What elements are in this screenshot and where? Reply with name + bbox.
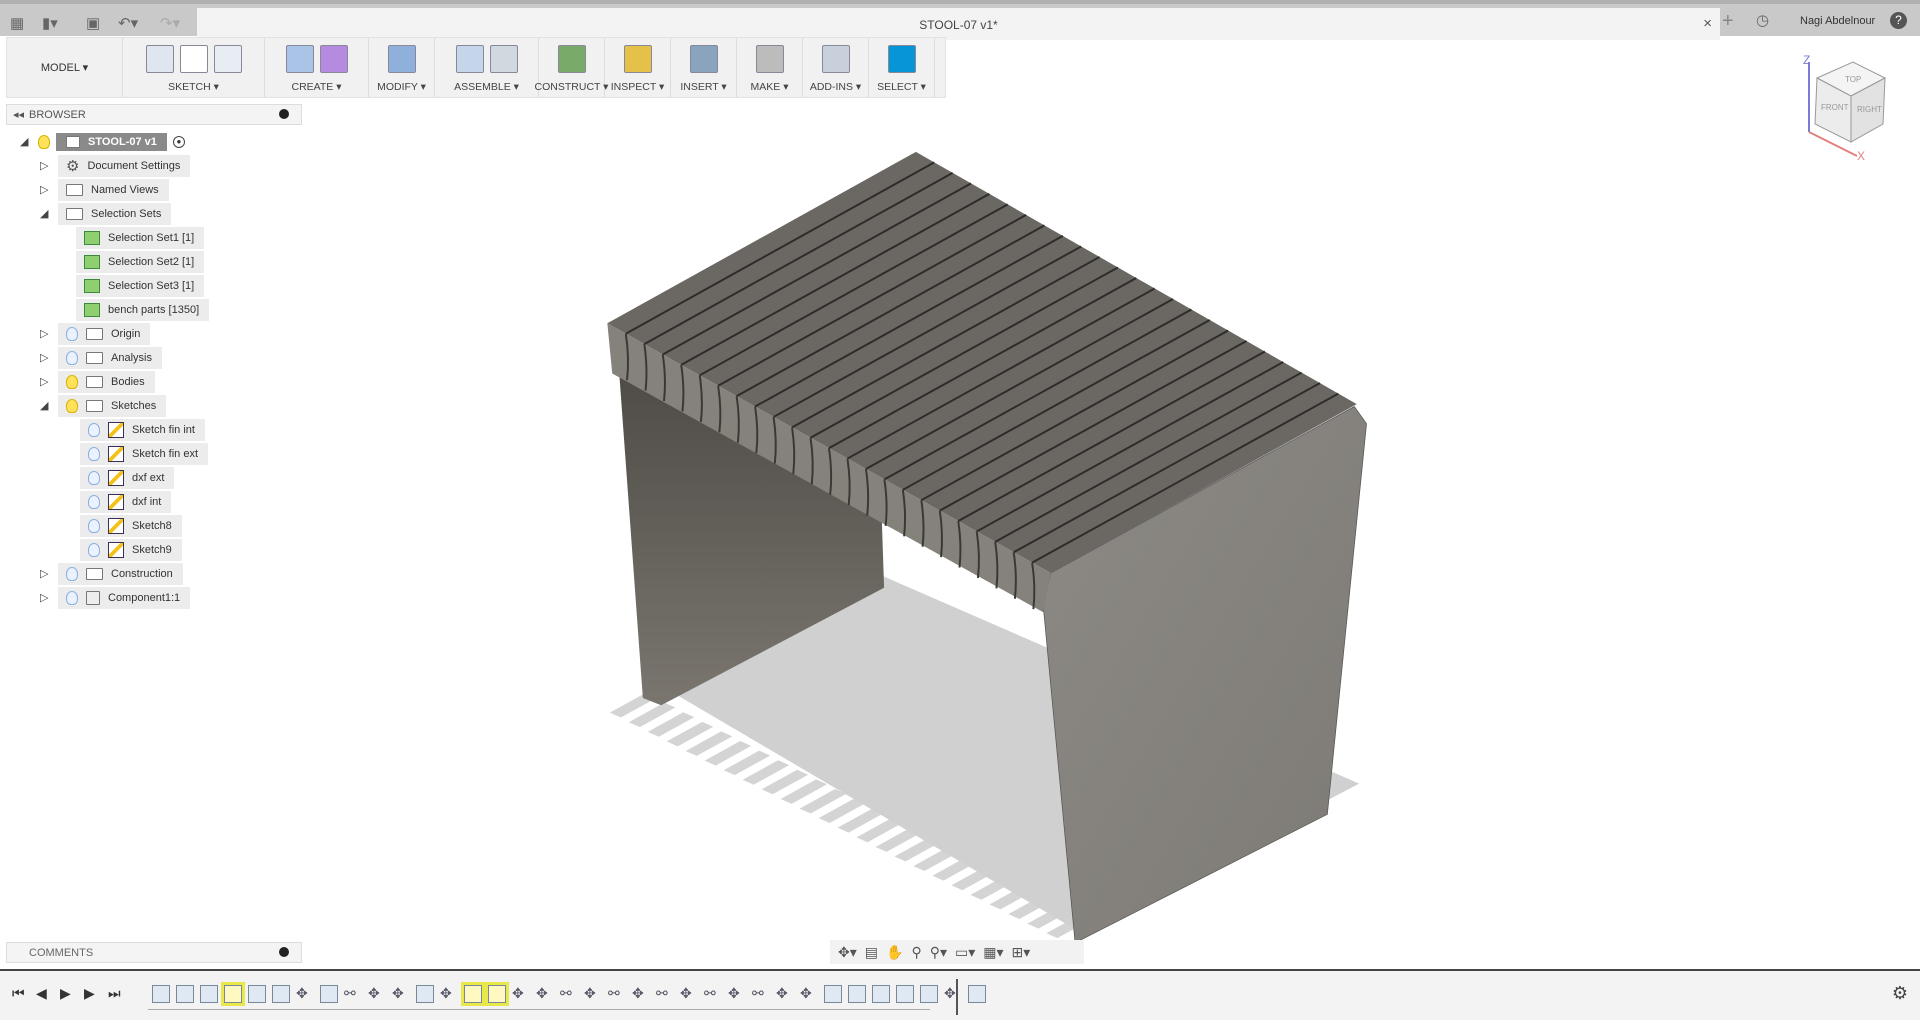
timeline-feature-move-icon[interactable]: ✥	[944, 985, 962, 1003]
timeline-feature-move-icon[interactable]: ✥	[368, 985, 386, 1003]
timeline-feature-move-icon[interactable]: ✥	[512, 985, 530, 1003]
timeline-feature-sketch-icon[interactable]	[485, 982, 509, 1006]
timeline-feature-extrude-icon[interactable]	[248, 985, 266, 1003]
step-back-icon[interactable]: ◀	[36, 985, 47, 1002]
comments-title: COMMENTS	[29, 947, 94, 959]
cube-right[interactable]: RIGHT	[1857, 105, 1882, 114]
timeline-feature-move-icon[interactable]: ✥	[440, 985, 458, 1003]
axis-x-label: X	[1857, 149, 1865, 162]
play-icon[interactable]: ▶	[60, 985, 71, 1002]
timeline-feature-body-icon[interactable]	[968, 985, 986, 1003]
grid-icon[interactable]: ▦▾	[983, 944, 1003, 961]
timeline-feature-move-icon[interactable]: ✥	[728, 985, 746, 1003]
timeline-settings-icon[interactable]: ⚙	[1892, 983, 1908, 1004]
timeline-feature-move-icon[interactable]: ✥	[680, 985, 698, 1003]
go-to-start-icon[interactable]: ⏮	[12, 985, 25, 1002]
timeline-feature-joint-icon[interactable]: ⚯	[344, 985, 362, 1003]
timeline: ⏮ ◀ ▶ ▶ ⏭ ✥ ⚯ ✥ ✥ ✥ ✥ ✥ ⚯ ✥ ⚯ ✥ ⚯ ✥ ⚯ ✥ ⚯ ✥ ✥ ✥ ⚙	[0, 969, 1920, 1020]
timeline-feature-extrude-icon[interactable]	[176, 985, 194, 1003]
view-cube[interactable]: TOP FRONT RIGHT Z X	[1795, 52, 1905, 163]
timeline-feature-joint-icon[interactable]: ⚯	[656, 985, 674, 1003]
timeline-feature-move-icon[interactable]: ✥	[776, 985, 794, 1003]
timeline-feature-move-icon[interactable]: ✥	[536, 985, 554, 1003]
display-settings-icon[interactable]: ▭▾	[955, 944, 975, 961]
step-forward-icon[interactable]: ▶	[84, 985, 95, 1002]
timeline-feature-joint-icon[interactable]: ⚯	[752, 985, 770, 1003]
timeline-track	[148, 1009, 930, 1010]
timeline-marker[interactable]	[956, 979, 958, 1015]
go-to-end-icon[interactable]: ⏭	[108, 985, 121, 1002]
timeline-feature-pattern-icon[interactable]	[416, 985, 434, 1003]
timeline-feature-extrude-icon[interactable]	[896, 985, 914, 1003]
timeline-feature-move-icon[interactable]: ✥	[584, 985, 602, 1003]
axis-z-label: Z	[1803, 53, 1810, 67]
timeline-feature-extrude-icon[interactable]	[920, 985, 938, 1003]
comments-panel: COMMENTS	[6, 942, 302, 963]
timeline-feature-fillet-icon[interactable]	[200, 985, 218, 1003]
cube-front[interactable]: FRONT	[1821, 103, 1849, 112]
zoom-icon[interactable]: ⚲	[911, 944, 921, 961]
orbit-icon[interactable]: ✥▾	[838, 944, 857, 961]
timeline-feature-move-icon[interactable]: ✥	[800, 985, 818, 1003]
timeline-feature-split-icon[interactable]	[320, 985, 338, 1003]
pan-icon[interactable]: ✋	[886, 944, 903, 961]
timeline-feature-move-icon[interactable]: ✥	[296, 985, 314, 1003]
viewports-icon[interactable]: ⊞▾	[1012, 944, 1031, 961]
add-comment-icon[interactable]	[279, 947, 289, 957]
timeline-feature-move-icon[interactable]: ✥	[632, 985, 650, 1003]
timeline-feature-sketch-icon[interactable]	[872, 985, 890, 1003]
timeline-feature-joint-icon[interactable]: ⚯	[608, 985, 626, 1003]
timeline-feature-joint-icon[interactable]: ⚯	[704, 985, 722, 1003]
timeline-feature-sketch-icon[interactable]	[221, 982, 245, 1006]
fit-icon[interactable]: ⚲▾	[930, 944, 947, 961]
navigation-bar: ✥▾ ▤ ✋ ⚲ ⚲▾ ▭▾ ▦▾ ⊞▾	[830, 940, 1084, 964]
timeline-feature-box-icon[interactable]	[848, 985, 866, 1003]
timeline-feature-fillet-icon[interactable]	[272, 985, 290, 1003]
timeline-feature-sketch-icon[interactable]	[824, 985, 842, 1003]
timeline-feature-sketch-icon[interactable]	[461, 982, 485, 1006]
viewport-canvas[interactable]	[0, 0, 1920, 1020]
timeline-feature-move-icon[interactable]: ✥	[392, 985, 410, 1003]
look-at-icon[interactable]: ▤	[865, 944, 878, 961]
timeline-feature-sketch-icon[interactable]	[152, 985, 170, 1003]
cube-top[interactable]: TOP	[1845, 75, 1861, 84]
timeline-feature-joint-icon[interactable]: ⚯	[560, 985, 578, 1003]
